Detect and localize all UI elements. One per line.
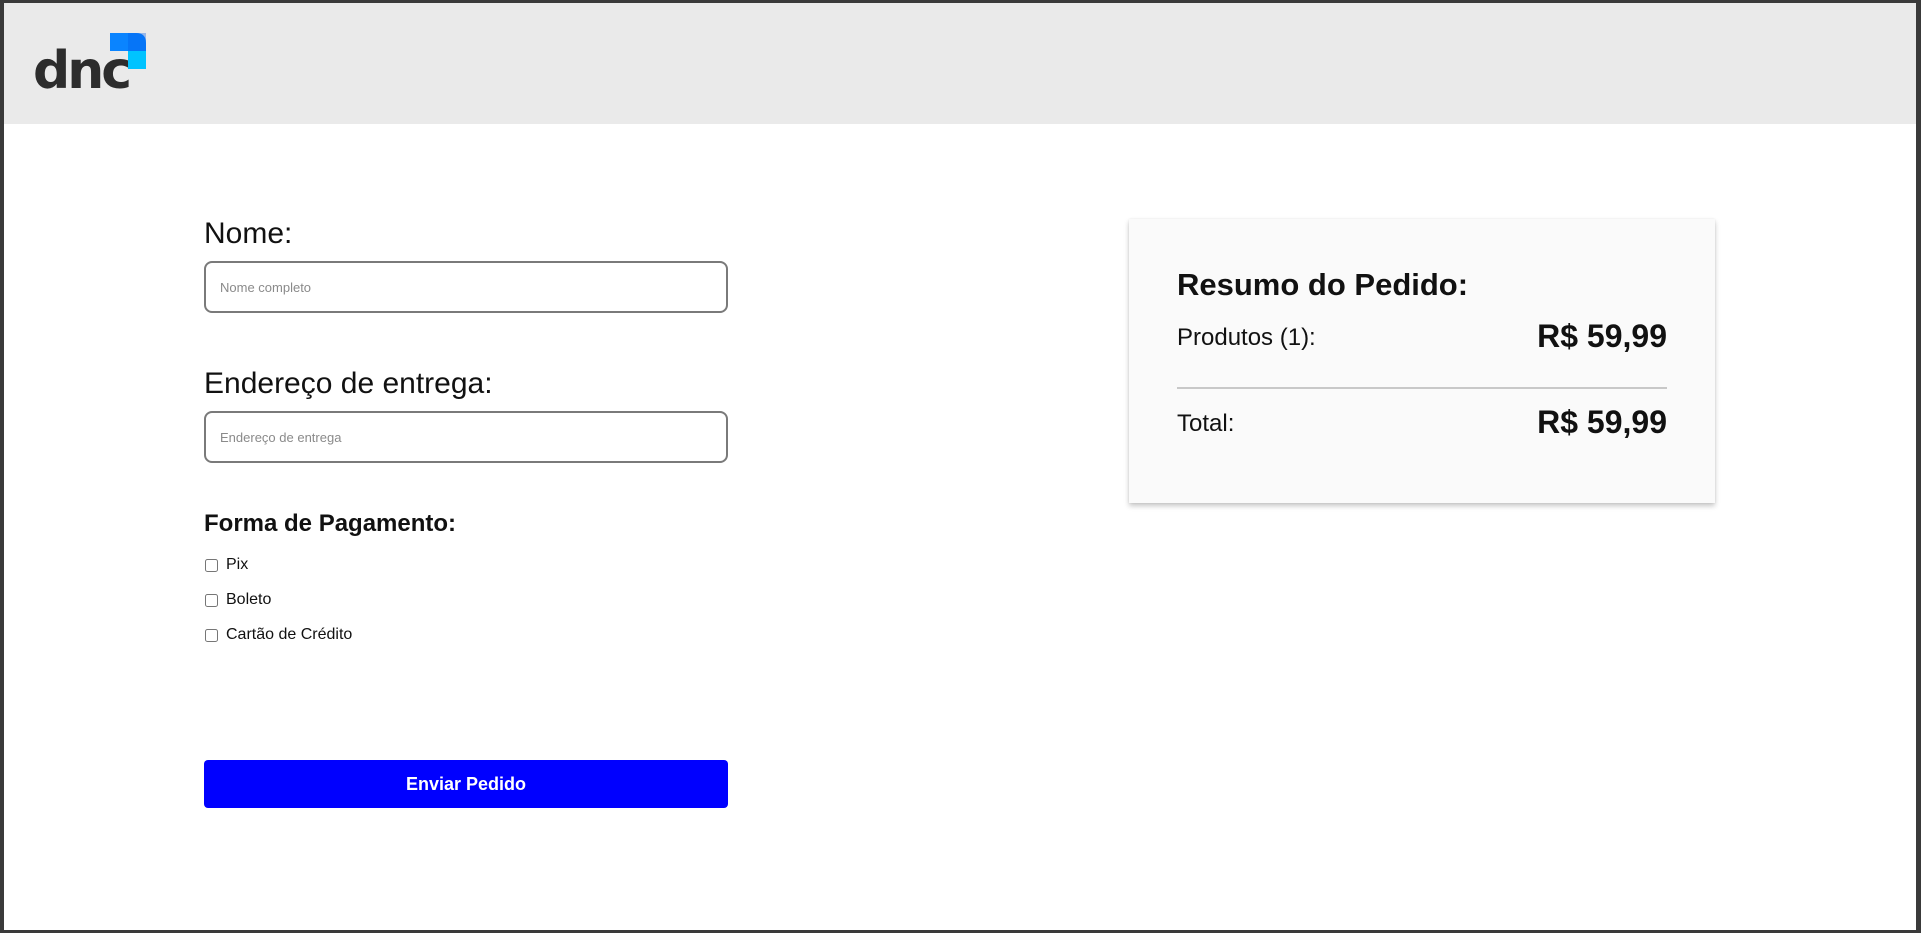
products-value: R$ 59,99: [1537, 318, 1667, 354]
payment-option-label: Pix: [226, 556, 249, 573]
address-label: Endereço de entrega:: [204, 367, 493, 400]
name-label: Nome:: [204, 217, 293, 250]
payment-option-credit-card[interactable]: Cartão de Crédito: [204, 626, 352, 644]
order-summary-card: Resumo do Pedido: Produtos (1): R$ 59,99…: [1129, 219, 1715, 503]
products-label: Produtos (1):: [1177, 324, 1316, 351]
address-input[interactable]: [204, 411, 728, 463]
payment-option-boleto[interactable]: Boleto: [204, 591, 271, 609]
payment-option-pix[interactable]: Pix: [204, 556, 248, 574]
summary-title: Resumo do Pedido:: [1177, 267, 1469, 302]
payment-option-label: Cartão de Crédito: [226, 626, 353, 643]
name-input[interactable]: [204, 261, 728, 313]
summary-divider: [1177, 387, 1667, 389]
boleto-checkbox[interactable]: [205, 593, 218, 607]
app-window: dnc Nome: Endereço de entrega: Forma de …: [4, 3, 1916, 930]
total-value: R$ 59,99: [1537, 404, 1667, 440]
logo-mark-icon: [110, 33, 146, 69]
total-label: Total:: [1177, 410, 1235, 437]
credit-card-checkbox[interactable]: [205, 628, 218, 642]
dnc-logo[interactable]: dnc: [33, 33, 153, 97]
payment-method-title: Forma de Pagamento:: [204, 510, 457, 537]
submit-order-button[interactable]: Enviar Pedido: [204, 760, 728, 808]
pix-checkbox[interactable]: [205, 558, 218, 572]
header-bar: dnc: [4, 3, 1916, 124]
payment-option-label: Boleto: [226, 591, 272, 608]
